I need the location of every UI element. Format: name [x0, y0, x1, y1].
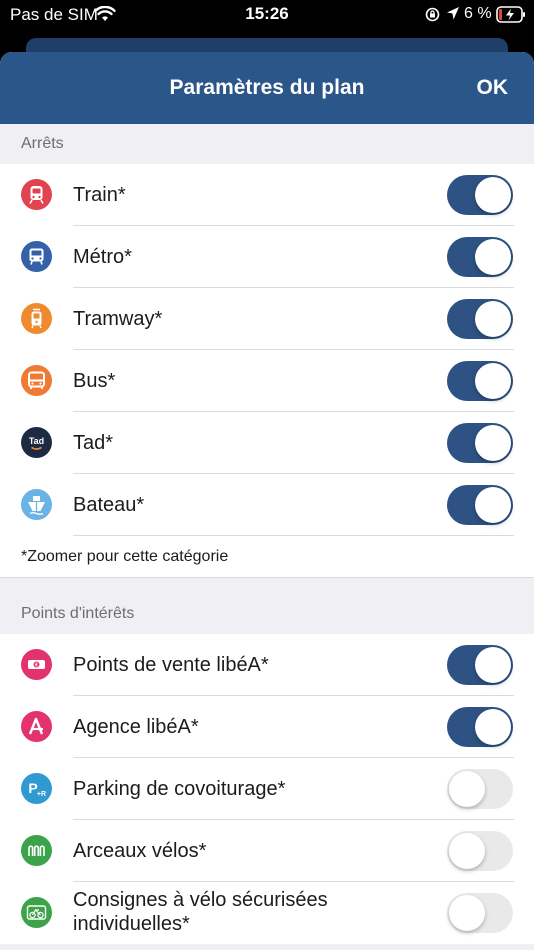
metro-icon — [21, 241, 52, 272]
toggle-tad[interactable] — [447, 423, 513, 463]
bike-rack-icon — [21, 835, 52, 866]
row-train[interactable]: Train* — [0, 164, 534, 226]
battery-percent: 6 % — [464, 5, 492, 22]
map-settings-sheet: Paramètres du plan OK Arrêts Train* Métr… — [0, 52, 534, 950]
boat-icon — [21, 489, 52, 520]
section-header-poi: Points d'intérêts — [0, 594, 534, 634]
svg-text:+R: +R — [37, 791, 46, 798]
row-label: Arceaux vélos* — [73, 840, 207, 862]
row-parking-covoiturage[interactable]: P +R Parking de covoiturage* — [0, 758, 534, 820]
zoom-note: *Zoomer pour cette catégorie — [0, 536, 534, 578]
toggle-parking-covoiturage[interactable] — [447, 769, 513, 809]
navigation-bar: Paramètres du plan OK — [0, 52, 534, 124]
bike-locker-icon — [21, 897, 52, 928]
zoom-note-text: *Zoomer pour cette catégorie — [21, 548, 229, 565]
row-metro[interactable]: Métro* — [0, 226, 534, 288]
toggle-train[interactable] — [447, 175, 513, 215]
agency-icon — [21, 711, 52, 742]
bus-icon — [21, 365, 52, 396]
toggle-metro[interactable] — [447, 237, 513, 277]
row-label: Bateau* — [73, 494, 145, 516]
toggle-arceaux-velos[interactable] — [447, 831, 513, 871]
toggle-tramway[interactable] — [447, 299, 513, 339]
row-bus[interactable]: Bus* — [0, 350, 534, 412]
toggle-bateau[interactable] — [447, 485, 513, 525]
toggle-agence[interactable] — [447, 707, 513, 747]
ticket-sales-icon: € — [21, 649, 52, 680]
ok-button[interactable]: OK — [477, 76, 509, 100]
tramway-icon — [21, 303, 52, 334]
battery-charging-icon — [496, 6, 525, 23]
row-label: Points de vente libéA* — [73, 654, 269, 676]
location-arrow-icon — [447, 7, 459, 20]
svg-text:Tad: Tad — [29, 436, 44, 446]
row-points-de-vente[interactable]: € Points de vente libéA* — [0, 634, 534, 696]
row-label: Train* — [73, 184, 126, 206]
section-header-stops: Arrêts — [0, 124, 534, 164]
row-agence[interactable]: Agence libéA* — [0, 696, 534, 758]
toggle-consignes-velo[interactable] — [447, 893, 513, 933]
row-tad[interactable]: Tad Tad* — [0, 412, 534, 474]
row-tramway[interactable]: Tramway* — [0, 288, 534, 350]
carpool-parking-icon: P +R — [21, 773, 52, 804]
train-icon — [21, 179, 52, 210]
toggle-bus[interactable] — [447, 361, 513, 401]
row-label: Bus* — [73, 370, 116, 392]
row-label: Agence libéA* — [73, 716, 199, 738]
row-label: Tramway* — [73, 308, 163, 330]
row-label: Métro* — [73, 246, 132, 268]
tad-icon: Tad — [21, 427, 52, 458]
svg-text:€: € — [35, 663, 38, 669]
status-bar: Pas de SIM 15:26 6 % — [0, 0, 534, 32]
row-label: Parking de covoiturage* — [73, 778, 286, 800]
rotation-lock-icon — [425, 7, 440, 22]
row-arceaux-velos[interactable]: Arceaux vélos* — [0, 820, 534, 882]
page-title: Paramètres du plan — [169, 76, 365, 99]
row-label: Tad* — [73, 432, 114, 454]
toggle-points-de-vente[interactable] — [447, 645, 513, 685]
row-label: Consignes à vélo sécurisées individuelle… — [73, 889, 328, 935]
row-bateau[interactable]: Bateau* — [0, 474, 534, 536]
row-consignes-velo[interactable]: Consignes à vélo sécurisées individuelle… — [0, 882, 534, 944]
